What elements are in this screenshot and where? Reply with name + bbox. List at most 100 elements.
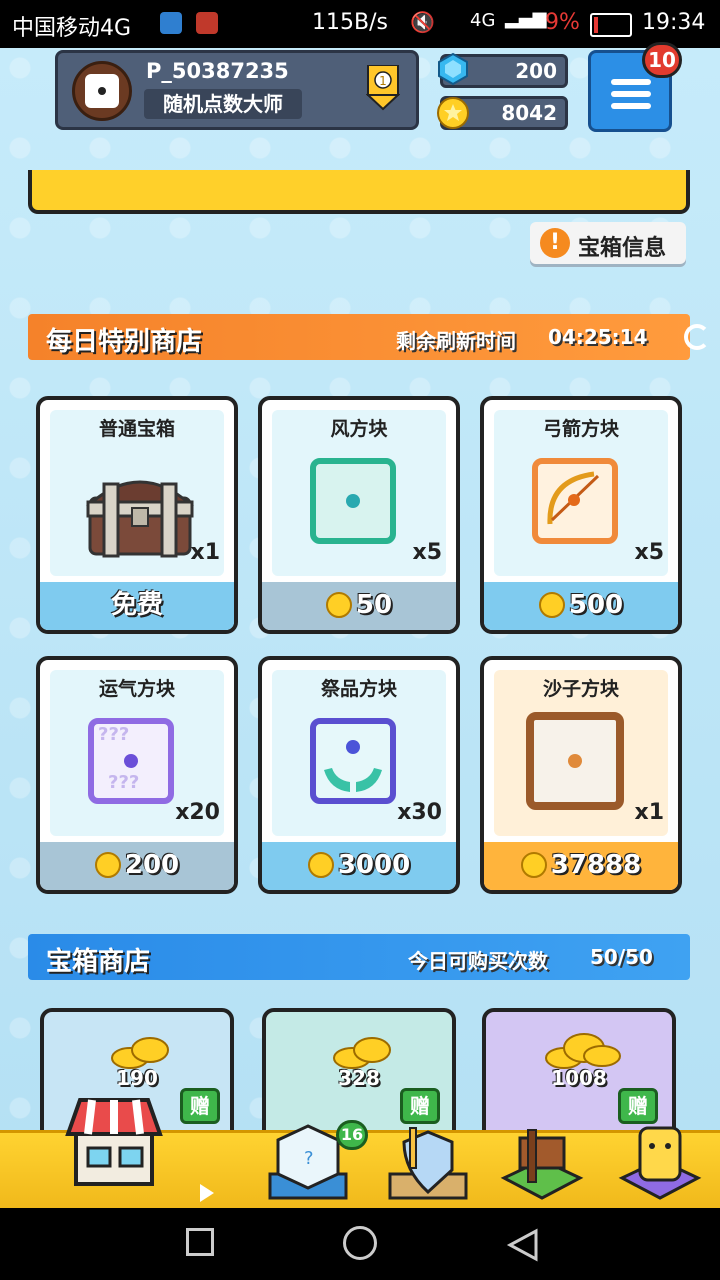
gift-badge: 赠: [400, 1088, 440, 1124]
item-price-button[interactable]: 50: [262, 582, 456, 630]
bow-icon: [547, 471, 600, 525]
shop-item-wind-block[interactable]: 风方块 x5 50: [258, 396, 460, 634]
nav-map-icon[interactable]: [500, 1120, 584, 1206]
chest-info-button[interactable]: ! 宝箱信息: [530, 222, 686, 264]
item-quantity: x1: [634, 800, 665, 825]
item-quantity: x20: [175, 800, 220, 825]
clock: 19:34: [642, 10, 706, 35]
menu-icon: [611, 91, 651, 97]
item-price-button[interactable]: 3000: [262, 842, 456, 890]
item-quantity: x1: [190, 540, 221, 565]
shop-item-normal-chest[interactable]: 普通宝箱 x1 免费: [36, 396, 238, 634]
notification-badge: 10: [642, 42, 682, 78]
item-name: 沙子方块: [542, 678, 619, 700]
app-notification-icon: [196, 12, 218, 34]
item-price[interactable]: 免费: [40, 582, 234, 630]
player-title: 随机点数大师: [144, 89, 302, 119]
shop-item-sand-block[interactable]: 沙子方块 x1 37888: [480, 656, 682, 894]
dice-count-badge: 16: [336, 1120, 368, 1150]
question-marks-icon: ???: [108, 772, 140, 793]
item-price-button[interactable]: 37888: [484, 842, 678, 890]
nav-character-icon[interactable]: [618, 1120, 702, 1206]
gift-badge: 赠: [180, 1088, 220, 1124]
coin-icon: [538, 592, 565, 618]
arrow-block-icon: [532, 458, 618, 544]
item-quantity: x30: [397, 800, 442, 825]
wind-block-icon: [310, 458, 396, 544]
item-quantity: x5: [412, 540, 443, 565]
menu-icon: [611, 79, 651, 85]
item-name: 弓箭方块: [542, 418, 619, 440]
scrolled-banner: [28, 170, 690, 214]
chest-shop-header: 宝箱商店 今日可购买次数 50/50: [28, 934, 690, 980]
coin-icon: [520, 852, 547, 878]
item-price: 37888: [550, 850, 642, 880]
status-bar: 中国移动4G 115B/s 🔇 4G ▂▄▆ 9% 19:34: [0, 0, 720, 48]
recent-apps-button[interactable]: [186, 1228, 214, 1256]
sand-dot-icon: [568, 754, 582, 768]
play-arrow-icon[interactable]: [200, 1184, 214, 1202]
purchase-limit-value: 50/50: [590, 945, 653, 969]
signal-bars-icon: ▂▄▆: [505, 8, 547, 29]
rank-medal-icon[interactable]: 1: [366, 65, 400, 111]
home-button[interactable]: [343, 1226, 377, 1260]
coin-icon: [94, 852, 121, 878]
item-name: 风方块: [330, 418, 388, 440]
shop-item-luck-block[interactable]: 运气方块 ??? ??? x20 200: [36, 656, 238, 894]
hands-icon: [324, 768, 382, 792]
profile-panel[interactable]: P_50387235 随机点数大师 1: [55, 50, 419, 130]
chest-info-label: 宝箱信息: [578, 236, 667, 261]
svg-text:?: ?: [304, 1148, 314, 1169]
battery-icon: [590, 13, 632, 37]
sand-block-icon: [526, 712, 624, 810]
net-speed: 115B/s: [312, 10, 388, 35]
chest-icon: [86, 480, 194, 558]
back-button[interactable]: [506, 1228, 540, 1262]
svg-text:1: 1: [379, 74, 387, 88]
carrier-label: 中国移动4G: [12, 16, 132, 41]
shop-item-arrow-block[interactable]: 弓箭方块 x5 500: [480, 396, 682, 634]
sacrifice-block-icon: [310, 718, 396, 804]
item-name: 运气方块: [98, 678, 175, 700]
daily-shop-title: 每日特别商店: [46, 327, 203, 357]
nav-shop-icon[interactable]: [64, 1086, 164, 1194]
item-price: 50: [355, 590, 393, 620]
luck-block-icon: ??? ???: [88, 718, 174, 804]
refresh-label: 剩余刷新时间: [396, 329, 516, 353]
item-name: 普通宝箱: [98, 418, 175, 440]
item-price-button[interactable]: 200: [40, 842, 234, 890]
mute-icon: 🔇: [410, 10, 435, 34]
gift-badge: 赠: [618, 1088, 658, 1124]
coin-amount: 1008: [551, 1066, 607, 1090]
purchase-limit-label: 今日可购买次数: [408, 949, 548, 973]
app-notification-icon: [160, 12, 182, 34]
chest-shop-title: 宝箱商店: [46, 947, 151, 977]
item-price: 3000: [337, 850, 411, 880]
coin-amount: 328: [338, 1066, 380, 1090]
nav-battle-icon[interactable]: [386, 1120, 470, 1206]
wind-dot-icon: [346, 494, 360, 508]
item-price-button[interactable]: 500: [484, 582, 678, 630]
question-marks-icon: ???: [98, 724, 130, 745]
item-price: 500: [568, 590, 624, 620]
dice-icon: [85, 74, 119, 108]
system-nav-bar: [0, 1208, 720, 1280]
refresh-icon[interactable]: [684, 324, 710, 350]
signal-label: 4G: [470, 10, 496, 31]
avatar[interactable]: [72, 61, 132, 121]
luck-dot-icon: [124, 754, 138, 768]
item-name: 祭品方块: [320, 678, 397, 700]
gem-icon: [438, 52, 468, 86]
coin-icon: [307, 852, 334, 878]
battery-percent: 9%: [545, 10, 580, 35]
player-id: P_50387235: [146, 59, 289, 83]
daily-shop-header: 每日特别商店 剩余刷新时间 04:25:14: [28, 314, 710, 360]
shop-item-sacrifice-block[interactable]: 祭品方块 x30 3000: [258, 656, 460, 894]
coin-pile-icon: [545, 1033, 621, 1069]
item-quantity: x5: [634, 540, 665, 565]
item-price: 200: [124, 850, 180, 880]
coin-icon: [437, 97, 469, 129]
menu-icon: [611, 103, 651, 109]
info-icon: !: [540, 228, 570, 258]
coin-icon: [325, 592, 352, 618]
